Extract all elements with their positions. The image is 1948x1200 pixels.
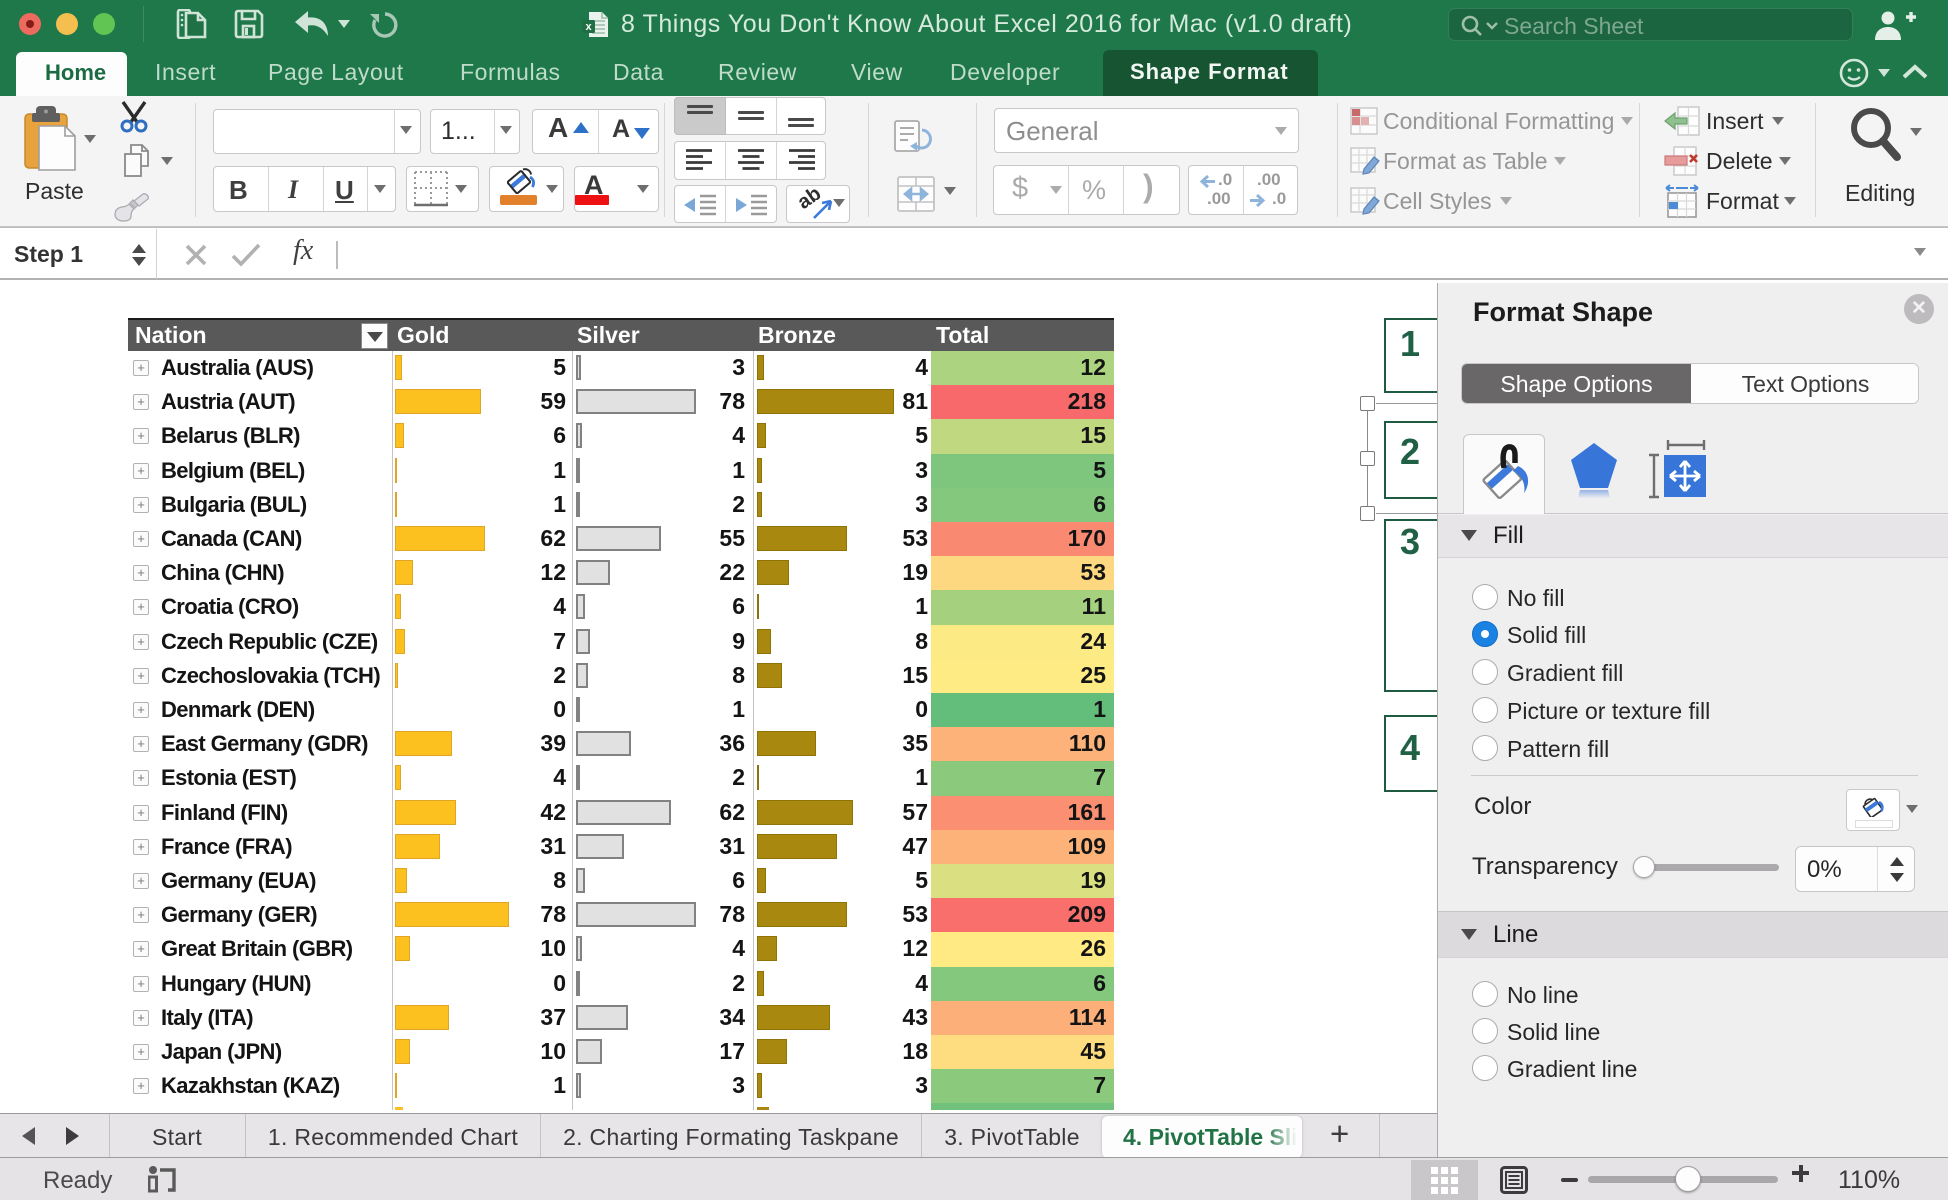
svg-text:x: x	[585, 21, 592, 33]
